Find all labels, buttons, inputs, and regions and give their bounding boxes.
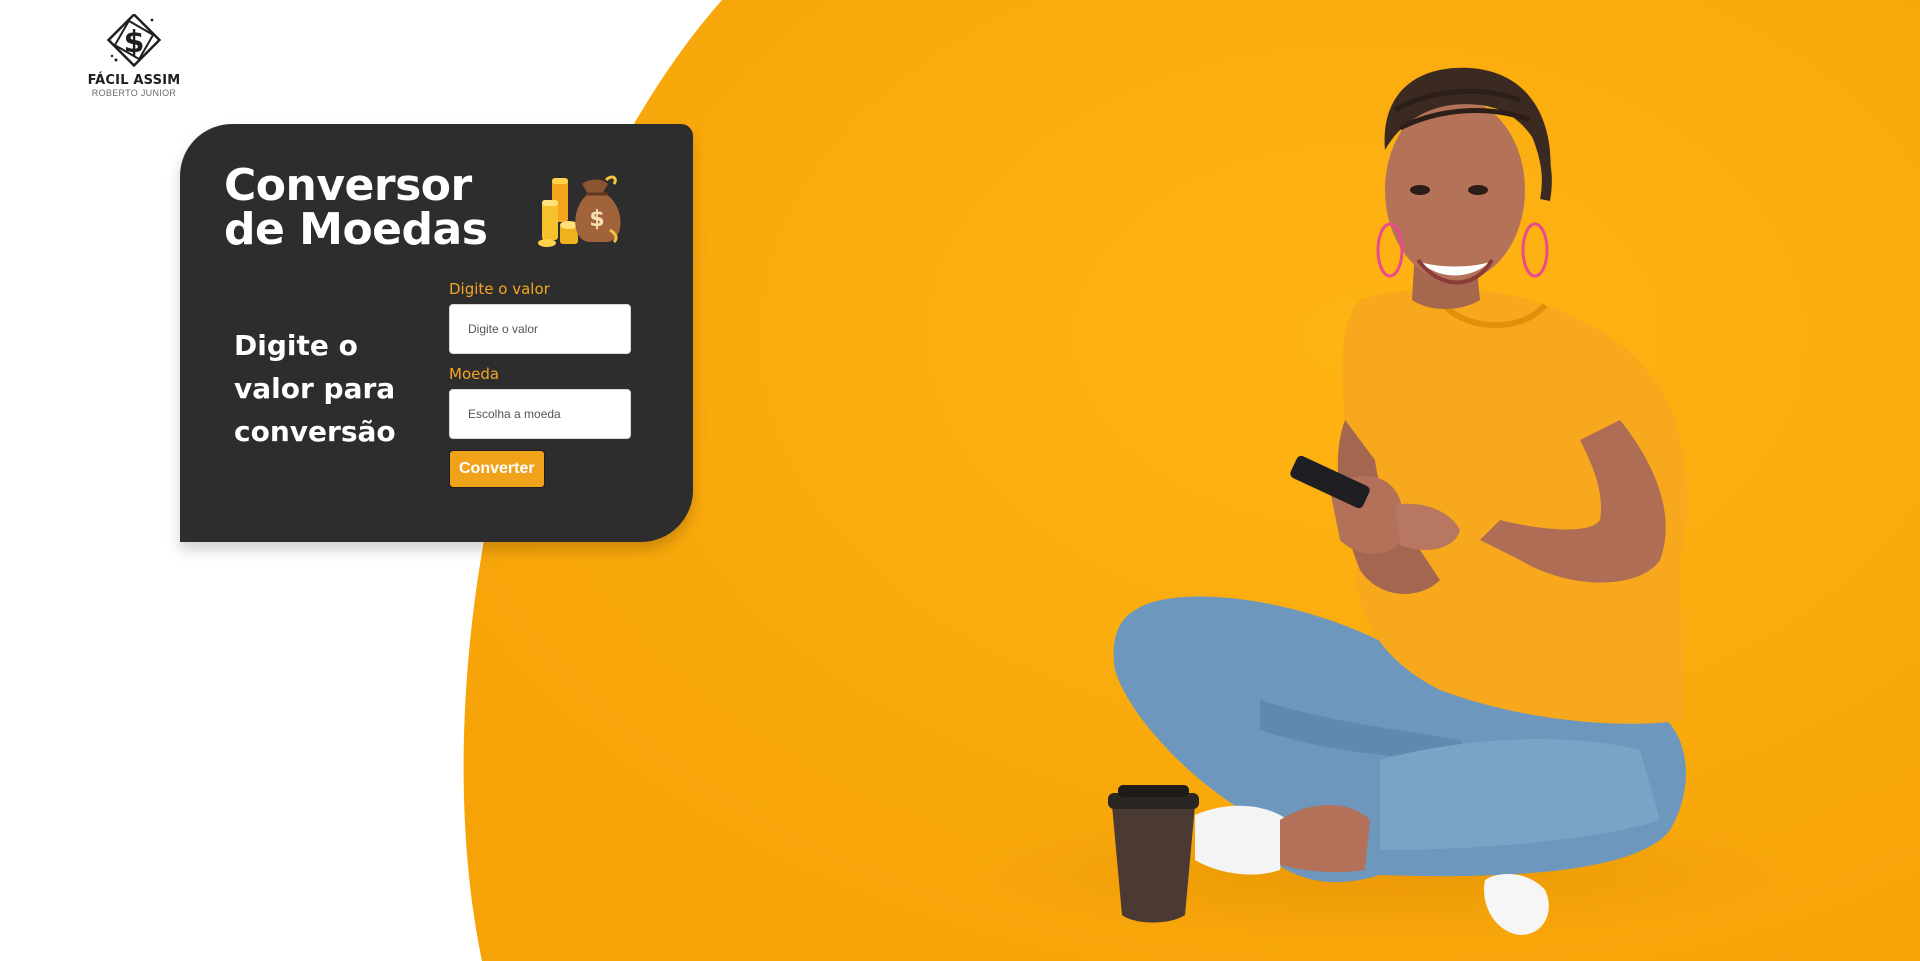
converter-form: Digite o valor Moeda Converter [449,280,633,488]
instruction-text: Digite o valor para conversão [234,329,396,448]
card-title: Conversor de Moedas [224,160,488,255]
currency-label: Moeda [449,365,500,383]
brand-subtitle: ROBERTO JUNIOR [91,88,177,98]
currency-input[interactable] [449,389,631,439]
svg-text:$: $ [589,207,604,232]
converter-card: Conversor de Moedas $ Digite o valor par… [180,124,693,542]
money-bag-coins-icon: $ [538,175,621,247]
convert-button[interactable]: Converter [449,450,545,488]
amount-input[interactable] [449,304,631,354]
brand-name: FÁCIL ASSIM [87,73,181,88]
brand-logo[interactable]: $ FÁCIL ASSIM ROBERTO JUNIOR [84,14,184,98]
amount-label: Digite o valor [449,280,550,298]
dollar-diamond-icon: $ [106,14,162,68]
svg-text:$: $ [124,25,145,60]
